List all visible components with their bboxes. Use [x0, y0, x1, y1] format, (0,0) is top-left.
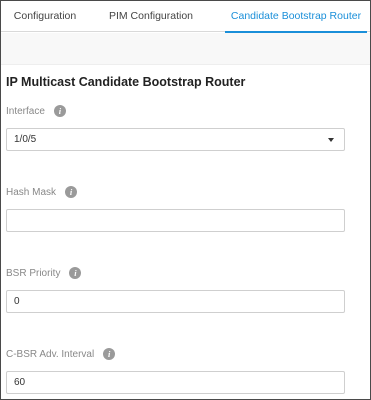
section-title: IP Multicast Candidate Bootstrap Router [6, 75, 246, 89]
bsr-priority-label-row: BSR Priority i [6, 267, 82, 279]
hash-mask-input[interactable] [6, 209, 345, 232]
cbsr-interval-input[interactable]: 60 [6, 371, 345, 394]
info-icon[interactable]: i [65, 186, 78, 198]
toolbar-strip [1, 33, 370, 65]
hash-mask-label-row: Hash Mask i [6, 186, 78, 198]
tab-configuration[interactable]: Configuration [7, 1, 83, 32]
info-icon[interactable]: i [103, 348, 116, 360]
window-frame: Configuration PIM Configuration Candidat… [0, 0, 371, 400]
bsr-priority-input[interactable]: 0 [6, 290, 345, 313]
cbsr-interval-label-row: C-BSR Adv. Interval i [6, 348, 116, 360]
tab-pim-configuration[interactable]: PIM Configuration [97, 1, 205, 32]
cbsr-interval-label: C-BSR Adv. Interval [6, 348, 95, 360]
tab-bar: Configuration PIM Configuration Candidat… [1, 1, 370, 33]
interface-label: Interface [6, 105, 45, 117]
chevron-down-icon [328, 138, 334, 142]
interface-label-row: Interface i [6, 105, 66, 117]
bsr-priority-value: 0 [14, 296, 20, 307]
info-icon[interactable]: i [69, 267, 82, 279]
interface-select-value: 1/0/5 [14, 134, 37, 145]
info-icon[interactable]: i [53, 105, 66, 117]
cbsr-interval-value: 60 [14, 377, 26, 388]
bsr-priority-label: BSR Priority [6, 267, 61, 279]
hash-mask-label: Hash Mask [6, 186, 57, 198]
tab-candidate-bootstrap-router[interactable]: Candidate Bootstrap Router [225, 1, 367, 33]
interface-select[interactable]: 1/0/5 [6, 128, 345, 151]
